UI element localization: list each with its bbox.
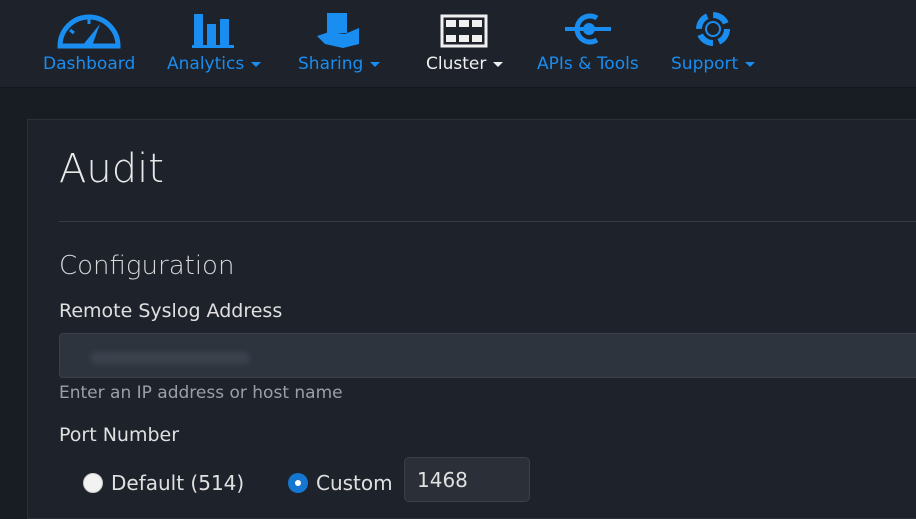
port-label: Port Number [59, 424, 180, 446]
nav-label: Support [671, 54, 739, 74]
nav-label: Sharing [298, 54, 364, 74]
gauge-icon [57, 14, 121, 49]
caret-down-icon [370, 61, 381, 67]
plug-icon [564, 13, 611, 45]
section-title: Configuration [59, 251, 235, 281]
nav-sharing[interactable]: Sharing [298, 10, 381, 74]
radio-unchecked[interactable] [83, 473, 103, 493]
server-grid-icon [440, 14, 488, 48]
nav-label: APIs & Tools [537, 54, 639, 74]
nav-label: Cluster [426, 54, 487, 74]
nav-label: Dashboard [43, 54, 136, 74]
caret-down-icon [251, 61, 262, 67]
divider [59, 221, 916, 222]
redacted-value [90, 352, 250, 364]
life-ring-icon [696, 12, 731, 46]
bar-chart-icon [192, 14, 235, 48]
nav-support[interactable]: Support [671, 10, 756, 74]
radio-custom-port[interactable]: Custom [288, 471, 393, 495]
top-nav: Dashboard Analytics Sharing Cluster APIs… [0, 0, 916, 88]
caret-down-icon [493, 61, 504, 67]
page-title: Audit [59, 146, 164, 192]
nav-label: Analytics [167, 54, 245, 74]
caret-down-icon [745, 61, 756, 67]
nav-dashboard[interactable]: Dashboard [43, 10, 135, 74]
nav-analytics[interactable]: Analytics [167, 10, 262, 74]
radio-checked[interactable] [288, 473, 308, 493]
custom-port-input[interactable] [404, 457, 530, 502]
syslog-help-text: Enter an IP address or host name [59, 383, 343, 403]
audit-panel: Audit Configuration Remote Syslog Addres… [27, 119, 916, 519]
radio-default-port[interactable]: Default (514) [83, 471, 244, 495]
radio-label: Default (514) [111, 471, 245, 495]
syslog-label: Remote Syslog Address [59, 300, 283, 322]
nav-cluster[interactable]: Cluster [426, 10, 504, 74]
hand-folder-icon [317, 13, 360, 48]
nav-apis-tools[interactable]: APIs & Tools [537, 10, 639, 74]
radio-label: Custom [316, 471, 393, 495]
